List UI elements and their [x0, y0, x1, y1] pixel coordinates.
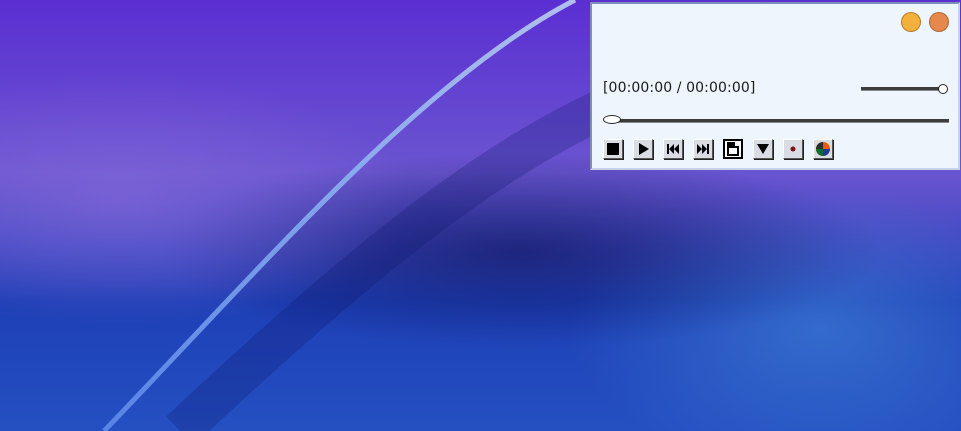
record-dot-icon: [790, 146, 796, 152]
minimize-button[interactable]: [901, 12, 921, 32]
seek-knob[interactable]: [603, 115, 621, 124]
file-icon: [727, 142, 739, 156]
volume-track: [861, 87, 944, 91]
record-button[interactable]: [783, 139, 803, 159]
menu-button[interactable]: [753, 139, 773, 159]
down-triangle-icon: [757, 144, 769, 154]
stop-button[interactable]: [603, 139, 623, 159]
fast-forward-button[interactable]: [693, 139, 713, 159]
time-readout: [00:00:00 / 00:00:00]: [603, 80, 756, 96]
seek-slider[interactable]: [603, 114, 949, 126]
color-wheel-icon: [816, 142, 830, 156]
media-player-window: [00:00:00 / 00:00:00]: [590, 2, 960, 170]
play-button[interactable]: [633, 139, 653, 159]
color-settings-button[interactable]: [813, 139, 833, 159]
fast-forward-icon: [697, 144, 709, 154]
close-button[interactable]: [929, 12, 949, 32]
stop-icon: [607, 143, 619, 155]
rewind-icon: [667, 144, 679, 154]
rewind-button[interactable]: [663, 139, 683, 159]
play-icon: [639, 143, 649, 155]
volume-knob[interactable]: [938, 84, 948, 94]
open-file-button[interactable]: [723, 139, 743, 159]
volume-slider[interactable]: [861, 83, 948, 95]
seek-track: [609, 119, 949, 123]
